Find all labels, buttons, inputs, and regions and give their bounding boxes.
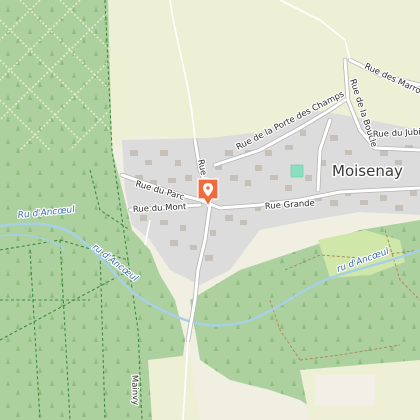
road-label-mainvy: Mainvy [129, 375, 140, 406]
town-label: Moisenay [332, 162, 403, 180]
map-canvas[interactable]: Rue du Parc Rue du Mont Rue Grande Rue d… [0, 0, 420, 420]
map-view[interactable]: Rue du Parc Rue du Mont Rue Grande Rue d… [0, 0, 420, 420]
clearing-south [315, 375, 375, 405]
sports-pitch [290, 164, 304, 178]
